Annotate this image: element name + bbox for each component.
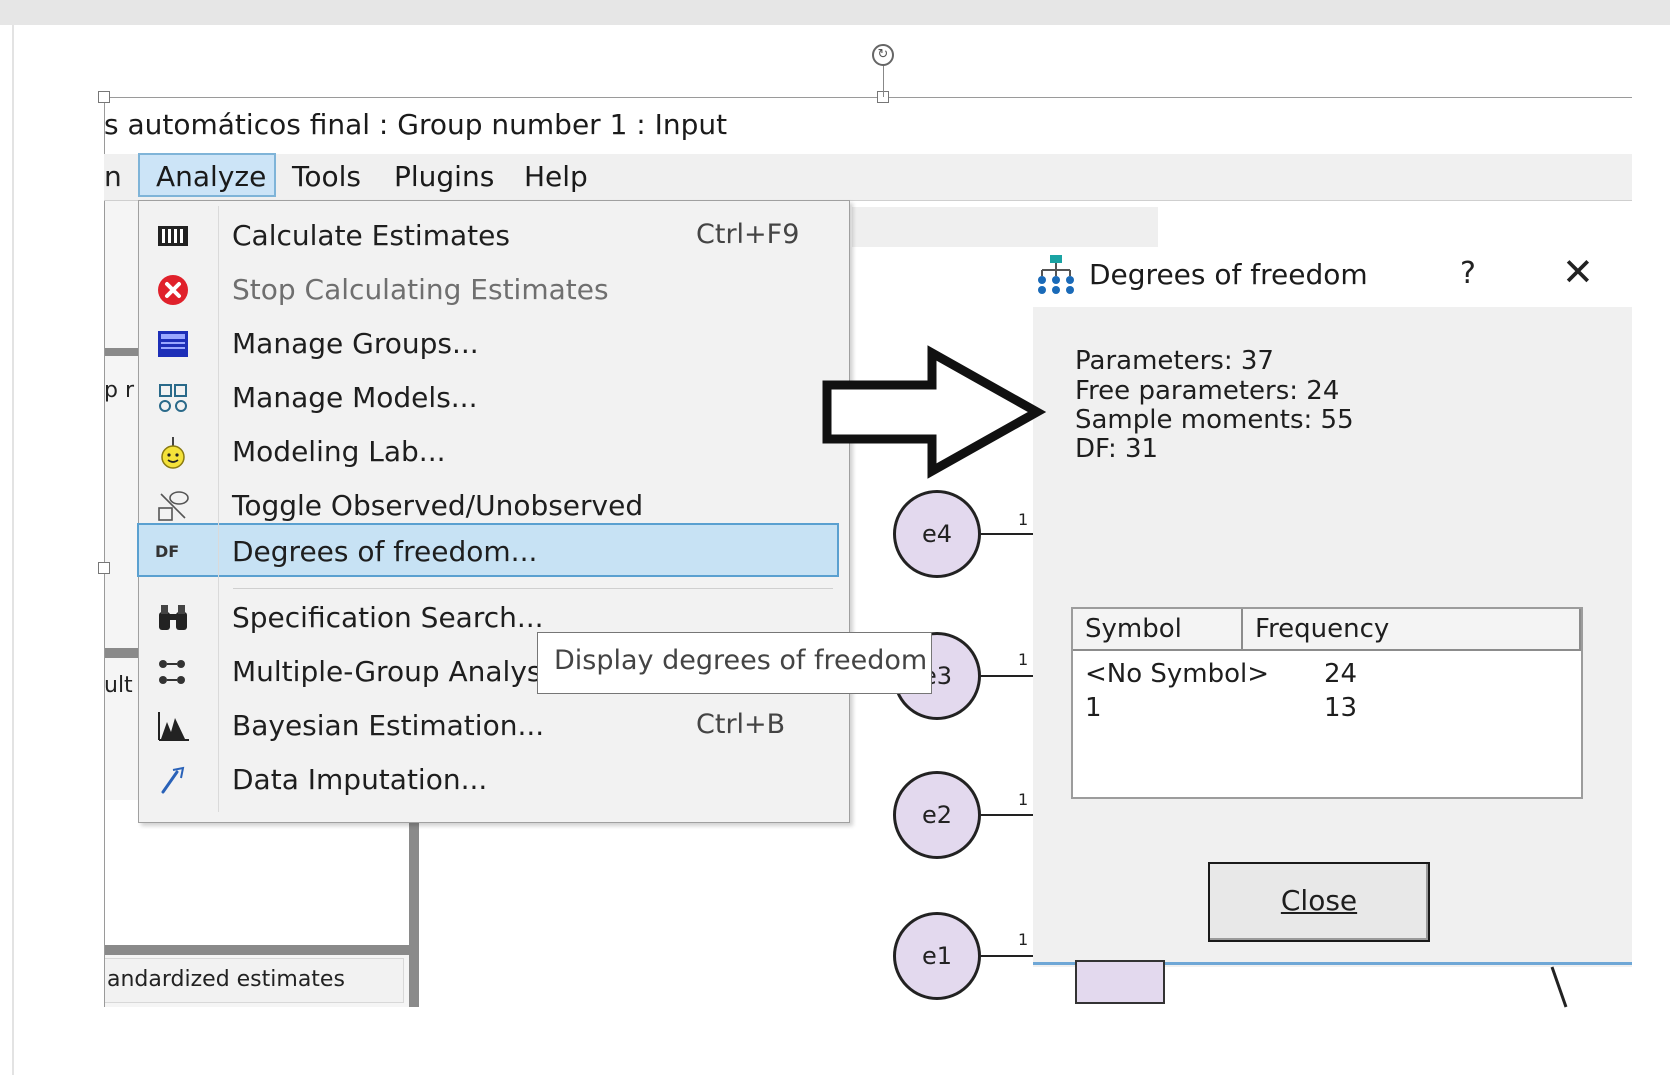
- menu-item-label: Manage Models...: [232, 381, 478, 414]
- stat-df: DF: 31: [1075, 434, 1159, 464]
- column-header-symbol[interactable]: Symbol: [1073, 609, 1243, 651]
- selection-frame-top: [104, 97, 1632, 98]
- menu-item-bayesian-estimation[interactable]: Bayesian Estimation... Ctrl+B: [139, 699, 849, 753]
- menu-item-label: Specification Search...: [232, 601, 544, 634]
- table-cell-frequency: 13: [1324, 693, 1358, 723]
- rotate-handle-icon[interactable]: ↻: [872, 44, 894, 66]
- left-panel-fragment: ult: [104, 673, 133, 698]
- bayesian-icon: [158, 712, 189, 741]
- diagram-path: [981, 675, 1033, 677]
- menu-item-label: Manage Groups...: [232, 327, 479, 360]
- menu-tools[interactable]: Tools: [292, 160, 361, 193]
- menu-item-label: Calculate Estimates: [232, 219, 510, 252]
- help-button[interactable]: ?: [1460, 256, 1476, 291]
- panel-splitter-vertical[interactable]: [409, 800, 419, 1007]
- menu-item-shortcut: Ctrl+F9: [696, 219, 800, 250]
- dialog-title: Degrees of freedom: [1089, 258, 1368, 291]
- panel-divider: [104, 648, 138, 658]
- stat-free-parameters: Free parameters: 24: [1075, 376, 1340, 406]
- menu-item-label: Multiple-Group Analysi: [232, 655, 550, 688]
- manage-models-icon: [159, 384, 187, 412]
- menu-item-label: Data Imputation...: [232, 763, 488, 796]
- column-header-frequency[interactable]: Frequency: [1243, 609, 1581, 651]
- menu-item-label: Degrees of freedom...: [232, 535, 538, 568]
- resize-handle[interactable]: [98, 91, 110, 103]
- menu-item-manage-groups[interactable]: Manage Groups...: [139, 317, 849, 371]
- menu-item-data-imputation[interactable]: Data Imputation...: [139, 753, 849, 807]
- diagram-path: [981, 814, 1033, 816]
- modeling-lab-icon: [161, 437, 185, 469]
- toggle-observed-icon: [158, 491, 189, 521]
- binoculars-icon: [159, 605, 187, 630]
- resize-handle[interactable]: [98, 562, 110, 574]
- network-icon: [1038, 255, 1074, 294]
- data-imputation-icon: [161, 766, 185, 794]
- path-label: 1: [1018, 510, 1029, 529]
- diagram-path-line: [1550, 966, 1568, 1008]
- arrow-right-icon: [822, 345, 1047, 479]
- panel-divider: [104, 348, 138, 356]
- stop-icon: [158, 275, 188, 305]
- left-panel-fragment: p r: [104, 378, 135, 403]
- panel-splitter[interactable]: [104, 945, 409, 955]
- menu-separator: [233, 588, 833, 589]
- menu-item-degrees-of-freedom[interactable]: DF Degrees of freedom...: [137, 523, 839, 577]
- rotate-stem: [883, 62, 884, 97]
- menu-item-fragment[interactable]: n: [104, 160, 122, 193]
- table-cell-symbol: 1: [1085, 693, 1102, 723]
- table-cell-symbol: <No Symbol>: [1085, 659, 1270, 689]
- standardized-estimates-item[interactable]: andardized estimates: [104, 958, 404, 1003]
- window-title: s automáticos final : Group number 1 : I…: [104, 108, 728, 141]
- menu-analyze[interactable]: Analyze: [156, 160, 266, 193]
- stat-sample-moments: Sample moments: 55: [1075, 405, 1354, 435]
- manage-groups-icon: [158, 331, 188, 357]
- diagram-path: [981, 533, 1033, 535]
- stat-parameters: Parameters: 37: [1075, 346, 1274, 376]
- calculate-estimates-icon: [158, 226, 188, 246]
- diagram-path: [981, 955, 1033, 957]
- diagram-node-e2[interactable]: e2: [893, 771, 981, 859]
- path-label: 1: [1018, 930, 1029, 949]
- path-label: 1: [1018, 650, 1029, 669]
- left-rule: [12, 25, 14, 1075]
- menu-item-label: Bayesian Estimation...: [232, 709, 545, 742]
- tooltip: Display degrees of freedom: [537, 632, 932, 694]
- diagram-node-e4[interactable]: e4: [893, 490, 981, 578]
- menu-item-manage-models[interactable]: Manage Models...: [139, 371, 849, 425]
- analyze-dropdown-menu: Calculate Estimates Ctrl+F9 Stop Calcula…: [137, 200, 850, 823]
- selection-frame-left: [104, 97, 105, 1007]
- close-icon[interactable]: ✕: [1562, 250, 1594, 294]
- menu-plugins[interactable]: Plugins: [394, 160, 494, 193]
- menu-item-label: Stop Calculating Estimates: [232, 273, 609, 306]
- menu-icon-column-separator: [218, 206, 219, 812]
- table-cell-frequency: 24: [1324, 659, 1358, 689]
- multiple-group-icon: [159, 660, 185, 684]
- tooltip-text: Display degrees of freedom: [554, 645, 928, 676]
- menu-item-modeling-lab[interactable]: Modeling Lab...: [139, 425, 849, 479]
- symbol-frequency-table[interactable]: Symbol Frequency <No Symbol> 24 1 13: [1071, 607, 1583, 799]
- standardized-estimates-label: andardized estimates: [107, 967, 345, 992]
- diagram-observed-variable[interactable]: [1075, 960, 1165, 1004]
- menu-help[interactable]: Help: [524, 160, 588, 193]
- menu-item-label: Modeling Lab...: [232, 435, 446, 468]
- df-icon: DF: [155, 542, 180, 561]
- menu-item-stop-calculating[interactable]: Stop Calculating Estimates: [139, 263, 849, 317]
- menu-item-label: Toggle Observed/Unobserved: [232, 489, 644, 522]
- path-label: 1: [1018, 790, 1029, 809]
- menu-item-calculate-estimates[interactable]: Calculate Estimates Ctrl+F9: [139, 209, 849, 263]
- canvas-strip: [852, 207, 1158, 247]
- diagram-node-e1[interactable]: e1: [893, 912, 981, 1000]
- menu-item-shortcut: Ctrl+B: [696, 709, 786, 740]
- close-button-label: Close: [1280, 884, 1358, 917]
- close-button[interactable]: Close: [1208, 862, 1430, 942]
- top-band: [0, 0, 1670, 25]
